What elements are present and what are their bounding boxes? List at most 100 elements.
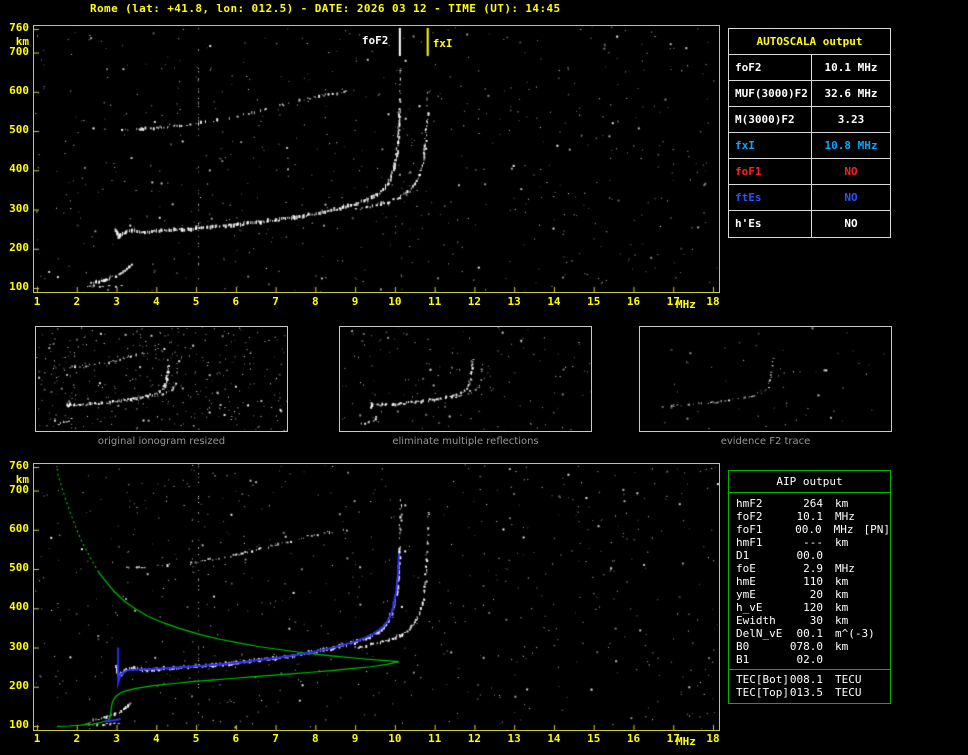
aip-value: 120 (803, 601, 823, 614)
parameter-name-label: M(3000)F2 (729, 107, 812, 132)
aip-unit: km (835, 536, 849, 549)
x-tick-label: 1 (33, 732, 41, 745)
autoscala-app-window: Rome (lat: +41.8, lon: 012.5) - DATE: 20… (0, 0, 968, 755)
aip-row-foF2: foF2 10.1 MHz (729, 510, 890, 523)
y-tick-label: 760 (9, 459, 29, 472)
aip-value: 10.1 (796, 510, 824, 523)
x-tick-label: 4 (152, 295, 160, 308)
x-tick-label: 12 (467, 295, 482, 308)
aip-note (848, 601, 858, 614)
parameter-name-label: foF2 (729, 55, 812, 80)
y-tick-label: 100 (9, 718, 29, 731)
aip-row-DelN_vE: DelN_vE 00.1 m^(-3) (729, 627, 890, 640)
x-tick-label: 9 (351, 295, 359, 308)
aip-note (862, 686, 872, 699)
aip-unit: TECU (835, 686, 862, 699)
x-tick-label: 12 (467, 732, 482, 745)
aip-note: [PN] (863, 523, 891, 536)
x-tick-label: 5 (192, 732, 200, 745)
parameter-value: 3.23 (837, 113, 865, 126)
aip-row-Ewidth: Ewidth 30 km (729, 614, 890, 627)
y-tick-label: 760 (9, 21, 29, 34)
x-tick-label: 9 (351, 732, 359, 745)
aip-name: h_vE (736, 601, 763, 614)
x-tick-label: 6 (232, 732, 240, 745)
aip-unit: km (835, 640, 849, 653)
thumbnail-caption-f2: evidence F2 trace (720, 436, 811, 447)
aip-row-ymE: ymE 20 km (729, 588, 890, 601)
x-tick-label: 18 (706, 732, 720, 745)
aip-row-foE: foE 2.9 MHz (729, 562, 890, 575)
parameter-value: 10.1 MHz (824, 61, 878, 74)
aip-name: Ewidth (736, 614, 776, 627)
parameter-name-label: fxI (729, 133, 812, 158)
aip-unit: MHz (835, 510, 855, 523)
x-tick-label: 6 (232, 295, 240, 308)
autoscala-row-fxI: fxI 10.8 MHz (729, 133, 890, 159)
aip-name: foF1 (736, 523, 763, 536)
aip-note (835, 653, 845, 666)
thumbnail-canvas-f2 (640, 327, 891, 431)
aip-name: hmF2 (736, 497, 763, 510)
x-tick-label: 16 (626, 732, 641, 745)
x-tick-label: 14 (547, 295, 561, 308)
x-tick-label: 2 (73, 295, 81, 308)
aip-name: foE (736, 562, 756, 575)
y-tick-label: 500 (9, 123, 29, 137)
x-tick-label: 3 (113, 732, 120, 745)
parameter-name-label: ftEs (729, 185, 812, 210)
aip-unit: m^(-3) (835, 627, 875, 640)
autoscala-row-foF1: foF1 NO (729, 159, 890, 185)
thumbnail-f2-trace-evidence (639, 326, 892, 432)
thumbnail-canvas-cleaned (340, 327, 591, 431)
x-tick-label: 13 (507, 732, 521, 745)
aip-value: 2.9 (803, 562, 823, 575)
x-tick-label: 15 (587, 295, 601, 308)
autoscala-row-MUF(3000)F2: MUF(3000)F2 32.6 MHz (729, 81, 890, 107)
ionogram-canvas-bottom (34, 464, 719, 730)
foF2-annotation-label: foF2 (361, 34, 389, 47)
x-tick-label: 8 (312, 295, 319, 308)
aip-row-TEC[Top]: TEC[Top] 013.5 TECU (729, 686, 890, 699)
aip-row-hmE: hmE 110 km (729, 575, 890, 588)
y-tick-label: 300 (9, 201, 29, 215)
aip-name: hmF1 (736, 536, 763, 549)
x-axis-unit-label: MHz (676, 298, 696, 311)
ionogram-plot-bottom-with-profile (33, 463, 720, 731)
aip-name: B1 (736, 653, 750, 666)
y-tick-label: 400 (9, 162, 29, 176)
parameter-name-label: foF1 (729, 159, 812, 184)
fxI-annotation-label: fxI (432, 37, 453, 50)
x-tick-label: 16 (626, 295, 641, 308)
parameter-name-label: MUF(3000)F2 (729, 81, 812, 106)
x-tick-label: 4 (152, 732, 160, 745)
x-tick-label: 10 (388, 295, 402, 308)
aip-unit (823, 653, 835, 666)
y-tick-label: 300 (9, 639, 29, 653)
thumbnail-original-ionogram (35, 326, 288, 432)
autoscala-table-title: AUTOSCALA output (729, 29, 890, 55)
thumbnail-multiple-reflections-removed (339, 326, 592, 432)
aip-name: TEC[Top] (736, 686, 789, 699)
aip-unit: km (835, 601, 849, 614)
autoscala-table-body: foF2 10.1 MHz MUF(3000)F2 32.6 MHz M(3000)F2… (729, 55, 890, 237)
aip-value: 013.5 (789, 686, 823, 699)
aip-note (848, 575, 858, 588)
thumbnail-canvas-original (36, 327, 287, 431)
aip-row-TEC[Bot]: TEC[Bot] 008.1 TECU (729, 673, 890, 686)
x-axis-unit-label: MHz (676, 735, 696, 748)
aip-row-B0: B0 078.0 km (729, 640, 890, 653)
parameter-value: NO (844, 191, 858, 204)
autoscala-row-M(3000)F2: M(3000)F2 3.23 (729, 107, 890, 133)
aip-row-hmF2: hmF2 264 km (729, 497, 890, 510)
thumbnail-caption-original: original ionogram resized (97, 436, 226, 447)
aip-name: foF2 (736, 510, 763, 523)
aip-unit: km (835, 614, 849, 627)
aip-table-body: hmF2 264 km foF2 10.1 MHz foF1 00.0 MHz [PN] hmF1 -… (729, 493, 890, 669)
y-tick-label: 200 (9, 240, 29, 254)
aip-name: TEC[Bot] (736, 673, 789, 686)
aip-value: 02.0 (796, 653, 824, 666)
y-tick-label: 100 (9, 280, 29, 293)
autoscala-row-h'Es: h'Es NO (729, 211, 890, 237)
autoscala-output-table: AUTOSCALA output foF2 10.1 MHz MUF(3000)F2… (728, 28, 891, 238)
